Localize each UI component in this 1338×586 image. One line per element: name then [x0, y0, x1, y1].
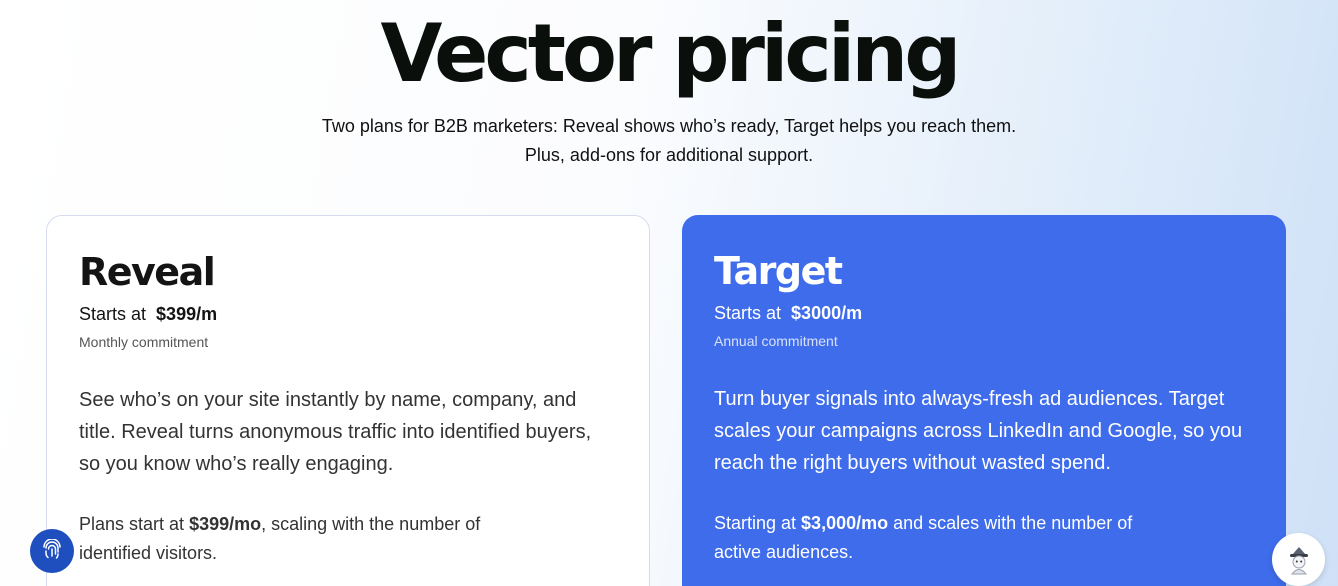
page-subtitle: Two plans for B2B marketers: Reveal show… [0, 112, 1338, 170]
note-prefix: Plans start at [79, 514, 190, 534]
subtitle-line-1: Two plans for B2B marketers: Reveal show… [321, 116, 1017, 136]
plan-commitment: Annual commitment [714, 333, 838, 349]
plan-commitment: Monthly commitment [79, 334, 209, 350]
plan-price-row: Starts at $3000/m [714, 301, 1254, 325]
page-title: Vector pricing [380, 7, 962, 100]
note-price: $399/mo [189, 514, 262, 534]
subtitle-line-2: Plus, add-ons for additional support. [524, 145, 814, 165]
plan-description: Turn buyer signals into always-fresh ad … [714, 388, 1243, 474]
price-label: Starts at [714, 303, 782, 323]
plan-card-reveal: Reveal Starts at $399/m Monthly commitme… [46, 215, 650, 586]
plan-name: Reveal [79, 250, 216, 294]
fingerprint-widget-button[interactable] [30, 529, 74, 573]
note-price: $3,000/mo [801, 513, 889, 533]
plan-price: $3000/m [791, 303, 863, 323]
assistant-avatar-icon [1289, 546, 1308, 574]
plan-description: See who’s on your site instantly by name… [79, 389, 592, 475]
plan-price: $399/m [156, 304, 218, 324]
plan-pricing-note: Starting at $3,000/mo and scales with th… [714, 509, 1154, 567]
price-label: Starts at [79, 304, 147, 324]
plan-price-row: Starts at $399/m [79, 302, 617, 326]
fingerprint-icon [43, 539, 61, 559]
chat-assistant-button[interactable] [1272, 533, 1325, 586]
note-prefix: Starting at [714, 513, 802, 533]
plan-card-target: Target Starts at $3000/m Annual commitme… [682, 215, 1286, 586]
plan-pricing-note: Plans start at $399/mo, scaling with the… [79, 510, 519, 568]
plan-name: Target [714, 249, 843, 293]
